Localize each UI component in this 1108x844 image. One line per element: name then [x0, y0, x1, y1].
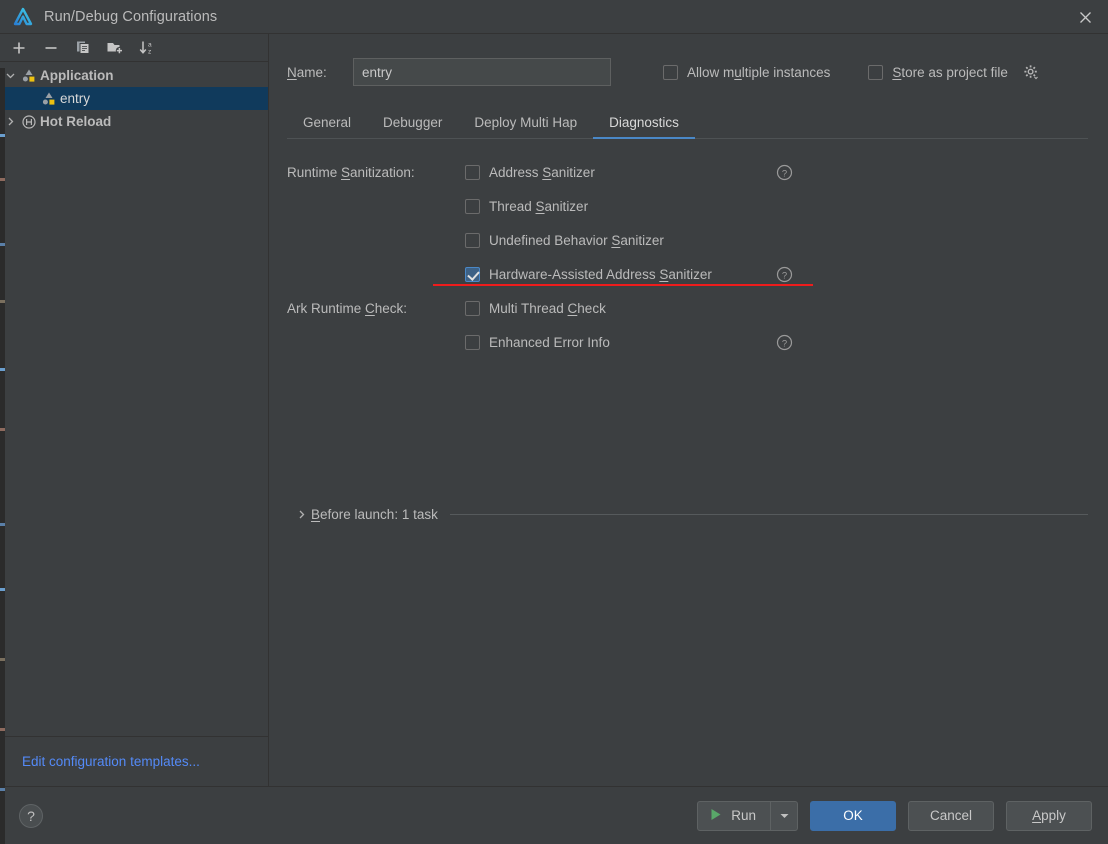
runtime-sanitization-row-1: Runtime Sanitization: Address Sanitizer … [287, 155, 1088, 189]
hot-reload-icon [20, 114, 38, 130]
run-button-label: Run [731, 808, 756, 823]
thread-sanitizer-label: Thread Sanitizer [489, 199, 588, 214]
dialog-footer: ? Run [0, 786, 1108, 844]
name-row-options: Allow multiple instances Store as projec… [663, 64, 1039, 80]
editor-tabs: General Debugger Deploy Multi Hap Diagno… [287, 106, 1088, 139]
tree-item-label: Application [40, 68, 114, 83]
title-bar: Run/Debug Configurations [0, 0, 1108, 34]
help-circle-icon[interactable]: ? [18, 803, 44, 829]
hardware-assisted-address-sanitizer-option[interactable]: Hardware-Assisted Address Sanitizer [465, 267, 712, 282]
svg-text:?: ? [782, 270, 787, 281]
svg-text:a: a [148, 42, 152, 49]
enhanced-error-info-option[interactable]: Enhanced Error Info [465, 335, 610, 350]
tab-general[interactable]: General [287, 106, 367, 138]
play-icon [710, 808, 722, 824]
run-dropdown-button[interactable] [771, 802, 797, 830]
window-edge-strip [0, 68, 5, 844]
gear-icon[interactable] [1023, 64, 1039, 80]
address-sanitizer-label: Address Sanitizer [489, 165, 595, 180]
runtime-sanitization-row-3: Undefined Behavior Sanitizer [287, 223, 1088, 257]
svg-text:z: z [148, 49, 151, 56]
save-configuration-button[interactable] [104, 37, 126, 59]
copy-configuration-button[interactable] [72, 37, 94, 59]
configurations-footer: Edit configuration templates... [0, 736, 268, 786]
configurations-toolbar: a z [0, 34, 268, 62]
tree-item-label: entry [60, 91, 90, 106]
svg-text:?: ? [27, 808, 35, 824]
multi-thread-check-option[interactable]: Multi Thread Check [465, 301, 606, 316]
apply-button[interactable]: Apply [1006, 801, 1092, 831]
edit-configuration-templates-link[interactable]: Edit configuration templates... [22, 754, 200, 769]
sort-configurations-button[interactable]: a z [136, 37, 158, 59]
remove-configuration-button[interactable] [40, 37, 62, 59]
multi-thread-check-checkbox[interactable] [465, 301, 480, 316]
address-sanitizer-option[interactable]: Address Sanitizer [465, 165, 595, 180]
allow-multiple-instances-label: Allow multiple instances [687, 65, 830, 80]
chevron-right-icon[interactable] [293, 509, 309, 520]
tree-item-hot-reload[interactable]: Hot Reload [0, 110, 268, 133]
ok-button[interactable]: OK [810, 801, 896, 831]
ark-runtime-check-row-2: Enhanced Error Info ? [287, 325, 1088, 359]
store-as-project-file-label: Store as project file [892, 65, 1008, 80]
enhanced-error-info-help-icon[interactable]: ? [776, 334, 793, 351]
deveco-triangle-logo-icon [12, 6, 34, 28]
tab-debugger[interactable]: Debugger [367, 106, 458, 138]
diagnostics-form: Runtime Sanitization: Address Sanitizer … [287, 155, 1088, 359]
annotation-underline [433, 284, 813, 286]
allow-multiple-instances-option[interactable]: Allow multiple instances [663, 65, 830, 80]
tab-deploy-multi-hap[interactable]: Deploy Multi Hap [458, 106, 593, 138]
dialog-body: a z [0, 34, 1108, 786]
run-split-button[interactable]: Run [697, 801, 798, 831]
name-label: Name: [287, 65, 353, 80]
configuration-editor: Name: Allow multiple instances Store as … [269, 34, 1108, 786]
configurations-panel: a z [0, 34, 269, 786]
before-launch-separator [450, 514, 1088, 515]
tab-diagnostics[interactable]: Diagnostics [593, 106, 695, 138]
tree-item-entry[interactable]: entry [0, 87, 268, 110]
run-button[interactable]: Run [698, 802, 770, 830]
tree-item-label: Hot Reload [40, 114, 111, 129]
footer-buttons: Run OK Cancel Apply [697, 801, 1092, 831]
thread-sanitizer-checkbox[interactable] [465, 199, 480, 214]
hardware-assisted-address-sanitizer-label: Hardware-Assisted Address Sanitizer [489, 267, 712, 282]
cancel-button[interactable]: Cancel [908, 801, 994, 831]
application-icon [40, 91, 58, 107]
tree-item-application[interactable]: Application [0, 64, 268, 87]
before-launch-label: Before launch: 1 task [311, 507, 438, 522]
hardware-assisted-address-sanitizer-help-icon[interactable]: ? [776, 266, 793, 283]
enhanced-error-info-checkbox[interactable] [465, 335, 480, 350]
allow-multiple-instances-checkbox[interactable] [663, 65, 678, 80]
multi-thread-check-label: Multi Thread Check [489, 301, 606, 316]
store-as-project-file-checkbox[interactable] [868, 65, 883, 80]
window-title: Run/Debug Configurations [44, 9, 217, 25]
chevron-down-icon [779, 807, 790, 825]
svg-text:?: ? [782, 338, 787, 349]
configurations-tree[interactable]: Application entry [0, 62, 268, 736]
undefined-behavior-sanitizer-option[interactable]: Undefined Behavior Sanitizer [465, 233, 664, 248]
enhanced-error-info-label: Enhanced Error Info [489, 335, 610, 350]
add-configuration-button[interactable] [8, 37, 30, 59]
undefined-behavior-sanitizer-label: Undefined Behavior Sanitizer [489, 233, 664, 248]
ark-runtime-check-label: Ark Runtime Check: [287, 301, 465, 316]
svg-text:?: ? [782, 168, 787, 179]
before-launch-section[interactable]: Before launch: 1 task [293, 507, 1088, 522]
runtime-sanitization-row-2: Thread Sanitizer [287, 189, 1088, 223]
close-icon[interactable] [1062, 0, 1108, 34]
thread-sanitizer-option[interactable]: Thread Sanitizer [465, 199, 588, 214]
application-icon [20, 68, 38, 84]
address-sanitizer-checkbox[interactable] [465, 165, 480, 180]
name-input[interactable] [353, 58, 611, 86]
name-row: Name: Allow multiple instances Store as … [287, 58, 1088, 86]
address-sanitizer-help-icon[interactable]: ? [776, 164, 793, 181]
runtime-sanitization-label: Runtime Sanitization: [287, 165, 465, 180]
ark-runtime-check-row-1: Ark Runtime Check: Multi Thread Check [287, 291, 1088, 325]
run-debug-configurations-dialog: Run/Debug Configurations [0, 0, 1108, 844]
hardware-assisted-address-sanitizer-checkbox[interactable] [465, 267, 480, 282]
store-as-project-file-option[interactable]: Store as project file [868, 64, 1039, 80]
undefined-behavior-sanitizer-checkbox[interactable] [465, 233, 480, 248]
